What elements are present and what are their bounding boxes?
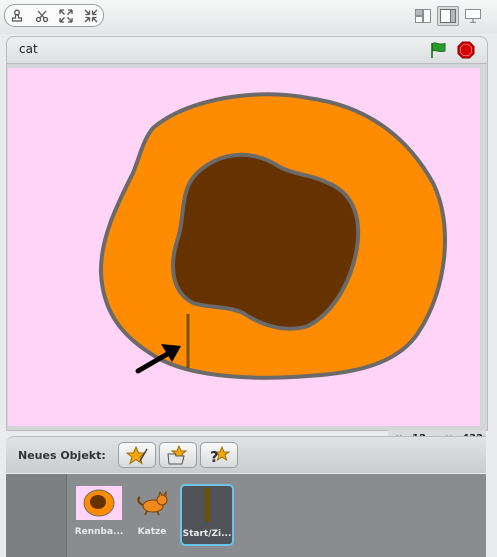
- paint-new-sprite-button[interactable]: [118, 442, 156, 468]
- stage-view-buttons: [412, 6, 484, 26]
- sprite-label: Katze: [137, 527, 167, 537]
- new-sprite-bar: Neues Objekt: ?: [6, 436, 486, 473]
- normal-stage-view-icon[interactable]: [437, 6, 459, 26]
- presentation-mode-icon[interactable]: [462, 6, 484, 26]
- sprite-label: Start/Zi...: [182, 529, 232, 539]
- stage-thumbnail-slot: [6, 474, 67, 557]
- sprite-tools-group: [4, 4, 104, 27]
- small-stage-view-icon[interactable]: [412, 6, 434, 26]
- sprite-thumbnail-katze[interactable]: Katze: [126, 484, 178, 540]
- surprise-sprite-button[interactable]: ?: [200, 442, 238, 468]
- rennbahn-thumbnail-image: [76, 486, 122, 520]
- folder-star-icon: [167, 445, 188, 465]
- stage-canvas[interactable]: [8, 68, 480, 426]
- sprite-thumbnail-start-ziel[interactable]: Start/Zi...: [180, 484, 234, 546]
- stop-sign-icon[interactable]: [457, 41, 475, 59]
- new-sprite-label: Neues Objekt:: [18, 449, 106, 462]
- stamp-tool-icon[interactable]: [8, 7, 26, 25]
- top-toolbar: [0, 0, 497, 34]
- shrink-tool-icon[interactable]: [82, 7, 100, 25]
- cat-icon: [129, 486, 175, 520]
- scissors-tool-icon[interactable]: [33, 7, 51, 25]
- choose-sprite-from-file-button[interactable]: [159, 442, 197, 468]
- green-flag-icon[interactable]: [428, 41, 448, 59]
- sprite-label: Rennba...: [74, 527, 124, 537]
- project-name: cat: [19, 42, 38, 56]
- grow-tool-icon[interactable]: [57, 7, 75, 25]
- sprite-thumbnail-rennbahn[interactable]: Rennba...: [73, 484, 125, 540]
- race-track-drawing: [98, 92, 447, 380]
- question-star-icon: ?: [210, 445, 230, 465]
- stage-header: cat: [6, 36, 488, 65]
- start-line-thumbnail-image: [184, 488, 230, 528]
- paint-star-icon: [126, 445, 148, 465]
- svg-text:?: ?: [210, 448, 219, 465]
